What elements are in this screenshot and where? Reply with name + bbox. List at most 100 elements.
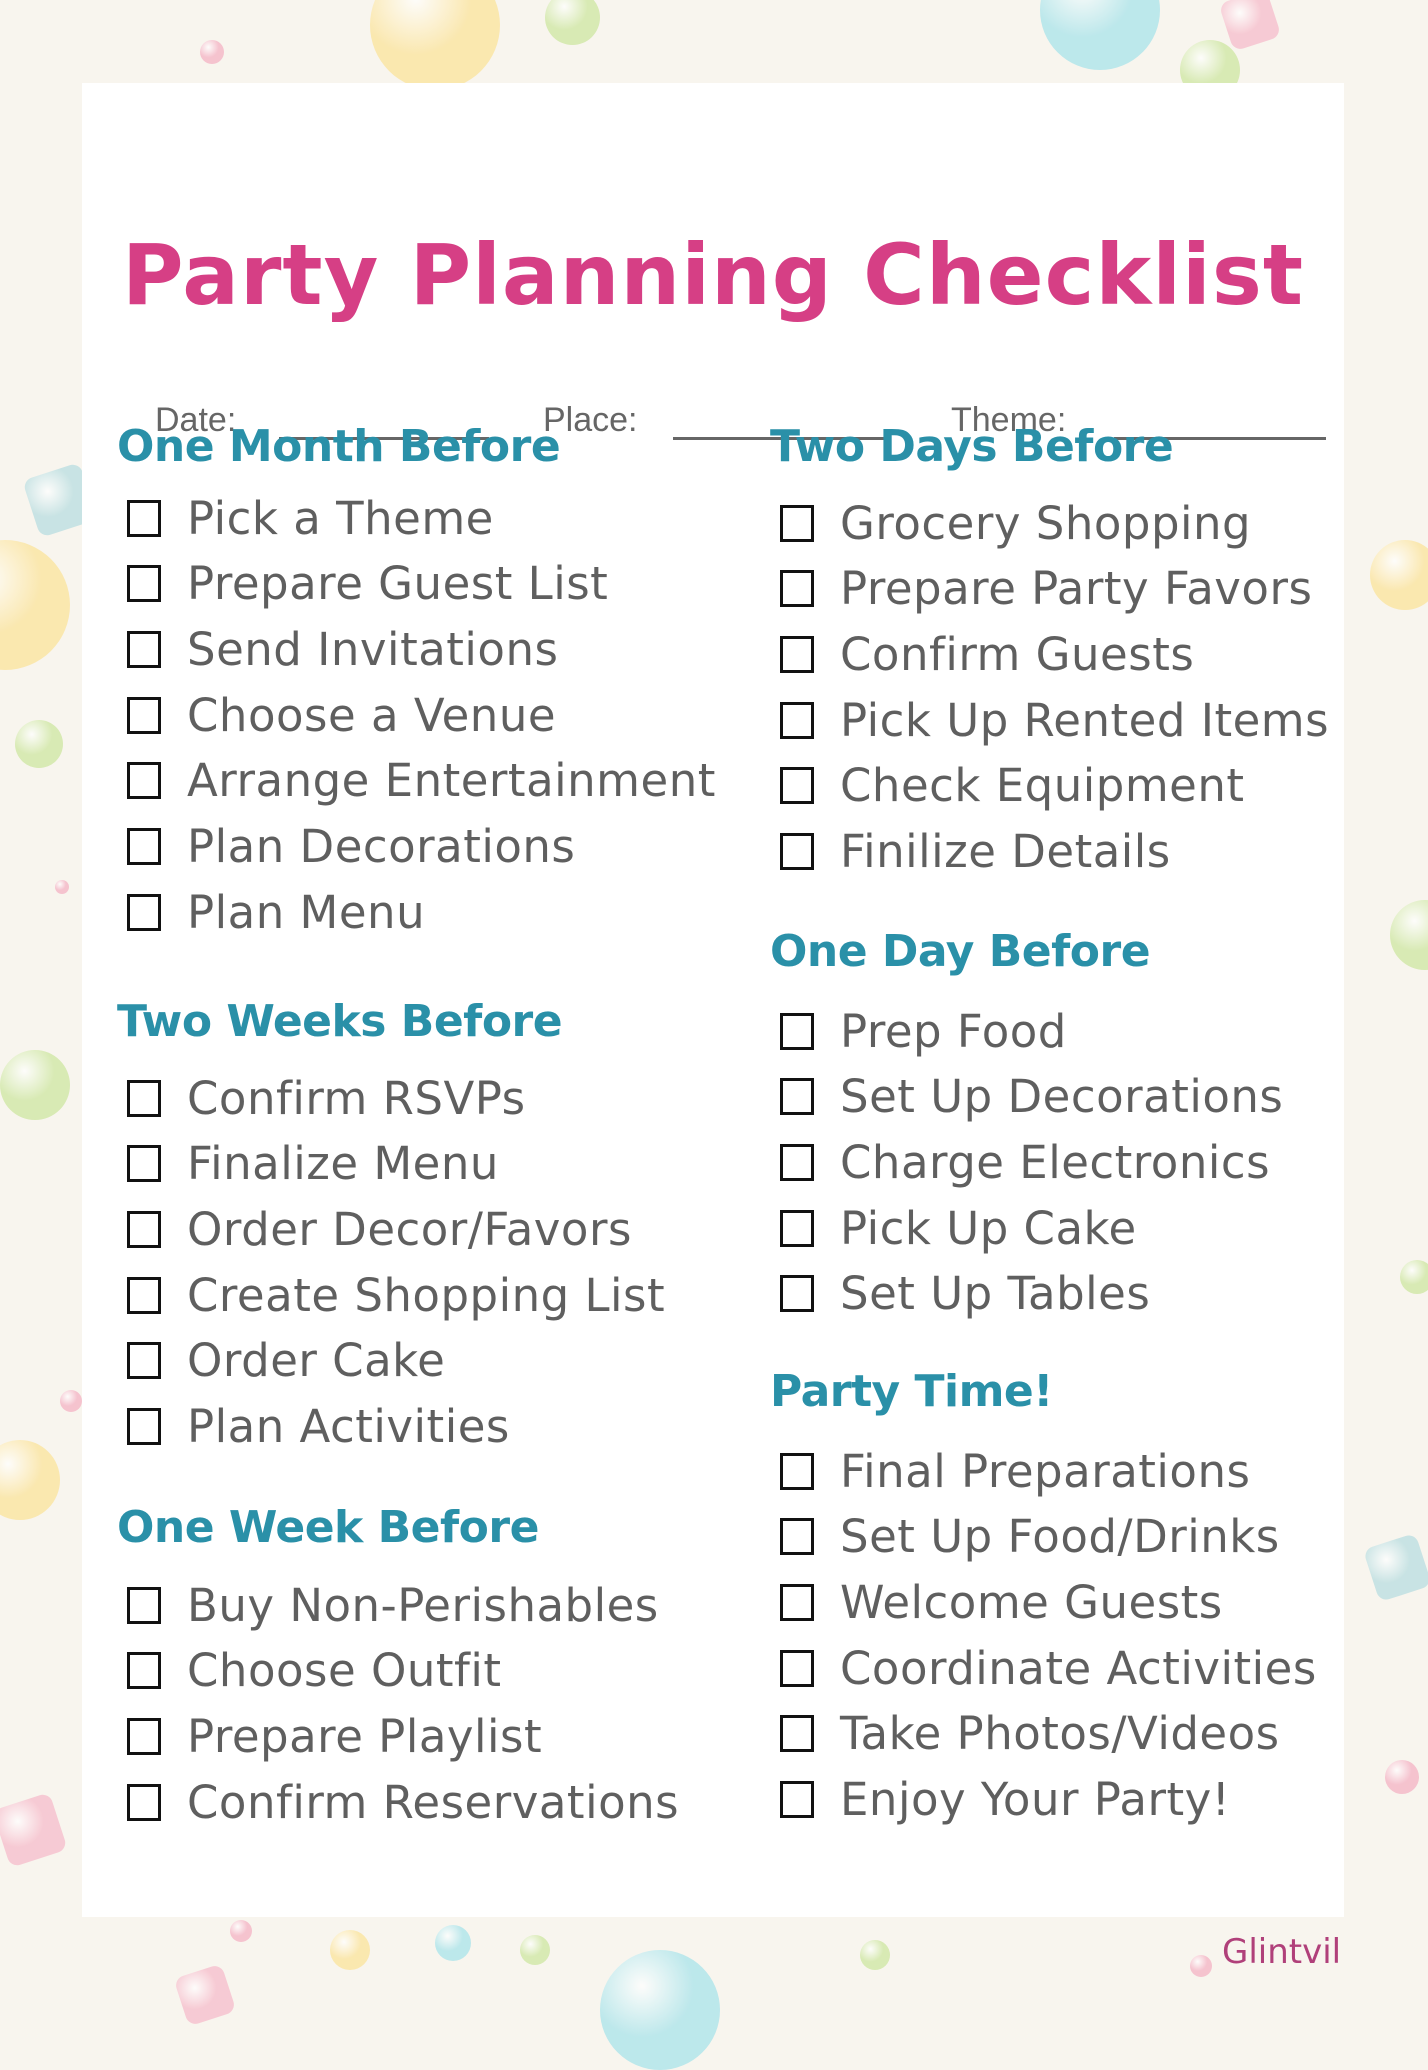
bubble-icon xyxy=(200,40,224,64)
gift-block-icon xyxy=(173,1963,237,2027)
section-heading: One Month Before xyxy=(117,421,561,472)
bubble-icon xyxy=(0,1050,70,1120)
checklist-item-label: Order Cake xyxy=(187,1334,446,1388)
checklist-item[interactable]: Pick Up Rented Items xyxy=(770,692,1329,748)
checklist-item[interactable]: Choose Outfit xyxy=(117,1643,502,1699)
checkbox[interactable] xyxy=(780,701,814,739)
checklist-item[interactable]: Confirm RSVPs xyxy=(117,1070,526,1126)
checklist-item[interactable]: Prepare Playlist xyxy=(117,1708,542,1764)
checkbox[interactable] xyxy=(780,570,814,608)
checklist-item[interactable]: Set Up Food/Drinks xyxy=(770,1509,1280,1565)
checkbox[interactable] xyxy=(127,630,161,668)
checklist-item[interactable]: Pick Up Cake xyxy=(770,1200,1137,1256)
checkbox[interactable] xyxy=(780,635,814,673)
checklist-item[interactable]: Coordinate Activities xyxy=(770,1640,1317,1696)
checklist-item[interactable]: Prepare Party Favors xyxy=(770,561,1312,617)
checklist-item[interactable]: Order Cake xyxy=(117,1333,445,1389)
checklist-item[interactable]: Prep Food xyxy=(770,1003,1067,1059)
checkbox[interactable] xyxy=(127,696,161,734)
bubble-icon xyxy=(860,1940,890,1970)
checklist-item[interactable]: Plan Menu xyxy=(117,884,425,940)
checklist-item-label: Choose a Venue xyxy=(187,688,557,742)
checklist-item[interactable]: Final Preparations xyxy=(770,1443,1250,1499)
balloon-icon xyxy=(1040,0,1160,70)
checklist-item[interactable]: Create Shopping List xyxy=(117,1267,665,1323)
checkbox[interactable] xyxy=(127,499,161,537)
checkbox[interactable] xyxy=(780,1209,814,1247)
checkbox[interactable] xyxy=(127,1276,161,1314)
bubble-icon xyxy=(1385,1760,1419,1794)
checkbox[interactable] xyxy=(780,1275,814,1313)
checklist-item[interactable]: Set Up Decorations xyxy=(770,1069,1283,1125)
checklist-item[interactable]: Take Photos/Videos xyxy=(770,1706,1280,1762)
checklist-item[interactable]: Buy Non-Perishables xyxy=(117,1577,659,1633)
checklist-item[interactable]: Order Decor/Favors xyxy=(117,1201,632,1257)
checkbox[interactable] xyxy=(780,1143,814,1181)
checklist-item[interactable]: Grocery Shopping xyxy=(770,495,1251,551)
checklist-item[interactable]: Welcome Guests xyxy=(770,1574,1223,1630)
balloon-icon xyxy=(330,1930,370,1970)
checklist-item-label: Charge Electronics xyxy=(840,1135,1271,1189)
checkbox[interactable] xyxy=(127,565,161,603)
checklist-item[interactable]: Send Invitations xyxy=(117,621,558,677)
checkbox[interactable] xyxy=(780,1518,814,1556)
bubble-icon xyxy=(55,880,69,894)
checklist-item-label: Set Up Food/Drinks xyxy=(840,1510,1280,1564)
checklist-item[interactable]: Finalize Menu xyxy=(117,1136,499,1192)
checklist-item[interactable]: Choose a Venue xyxy=(117,687,556,743)
checkbox[interactable] xyxy=(127,1079,161,1117)
checkbox[interactable] xyxy=(127,1717,161,1755)
bubble-icon xyxy=(230,1920,252,1942)
checklist-item-label: Check Equipment xyxy=(840,759,1245,813)
gift-block-icon xyxy=(1218,0,1282,52)
section-one-day-before: One Day Before xyxy=(770,930,1151,974)
checkbox[interactable] xyxy=(780,504,814,542)
checkbox[interactable] xyxy=(127,1652,161,1690)
checkbox[interactable] xyxy=(780,1452,814,1490)
checkbox[interactable] xyxy=(127,1408,161,1445)
checkbox[interactable] xyxy=(127,1210,161,1248)
checkbox[interactable] xyxy=(780,767,814,805)
checkbox[interactable] xyxy=(127,1145,161,1183)
checklist-item[interactable]: Arrange Entertainment xyxy=(117,753,716,809)
checklist-item[interactable]: Confirm Reservations xyxy=(117,1774,679,1830)
checkbox[interactable] xyxy=(127,1783,161,1821)
checkbox[interactable] xyxy=(127,828,161,865)
checklist-item[interactable]: Set Up Tables xyxy=(770,1266,1150,1322)
checklist-item-label: Prep Food xyxy=(840,1004,1067,1058)
checklist-item-label: Finalize Menu xyxy=(187,1137,499,1191)
checklist-item[interactable]: Prepare Guest List xyxy=(117,556,608,612)
checkbox[interactable] xyxy=(780,1583,814,1621)
checklist-item-label: Choose Outfit xyxy=(187,1644,502,1698)
checklist-item[interactable]: Plan Activities xyxy=(117,1399,510,1455)
checklist-item[interactable]: Pick a Theme xyxy=(117,490,494,546)
checkbox[interactable] xyxy=(780,1781,814,1818)
checklist-item[interactable]: Confirm Guests xyxy=(770,626,1194,682)
checkbox[interactable] xyxy=(780,1715,814,1753)
checkbox[interactable] xyxy=(127,762,161,800)
checklist-item-label: Set Up Tables xyxy=(840,1267,1151,1321)
checklist-item[interactable]: Plan Decorations xyxy=(117,819,575,875)
checklist-card: Party Planning Checklist Date: Place: Th… xyxy=(82,83,1344,1917)
checkbox[interactable] xyxy=(780,1649,814,1687)
checkbox[interactable] xyxy=(127,1342,161,1380)
checklist-item[interactable]: Finilize Details xyxy=(770,824,1171,880)
checkbox[interactable] xyxy=(780,1012,814,1050)
checkbox[interactable] xyxy=(127,893,161,931)
checkbox[interactable] xyxy=(780,1078,814,1116)
checkbox[interactable] xyxy=(780,833,814,870)
section-party-time: Party Time! xyxy=(770,1370,1053,1414)
section-heading: One Week Before xyxy=(117,1502,539,1553)
checklist-item-label: Plan Decorations xyxy=(187,820,576,873)
checklist-item[interactable]: Check Equipment xyxy=(770,758,1245,814)
checklist-item-label: Grocery Shopping xyxy=(840,496,1252,550)
checklist-item[interactable]: Enjoy Your Party! xyxy=(770,1772,1230,1828)
checklist-item[interactable]: Charge Electronics xyxy=(770,1134,1270,1190)
balloon-icon xyxy=(600,1950,720,2070)
checklist-item-label: Set Up Decorations xyxy=(840,1070,1284,1124)
bubble-icon xyxy=(1390,900,1428,970)
gift-block-icon xyxy=(0,1792,68,1868)
checklist-item-label: Confirm Guests xyxy=(840,627,1195,681)
checkbox[interactable] xyxy=(127,1586,161,1624)
checklist-item-label: Coordinate Activities xyxy=(840,1641,1317,1695)
